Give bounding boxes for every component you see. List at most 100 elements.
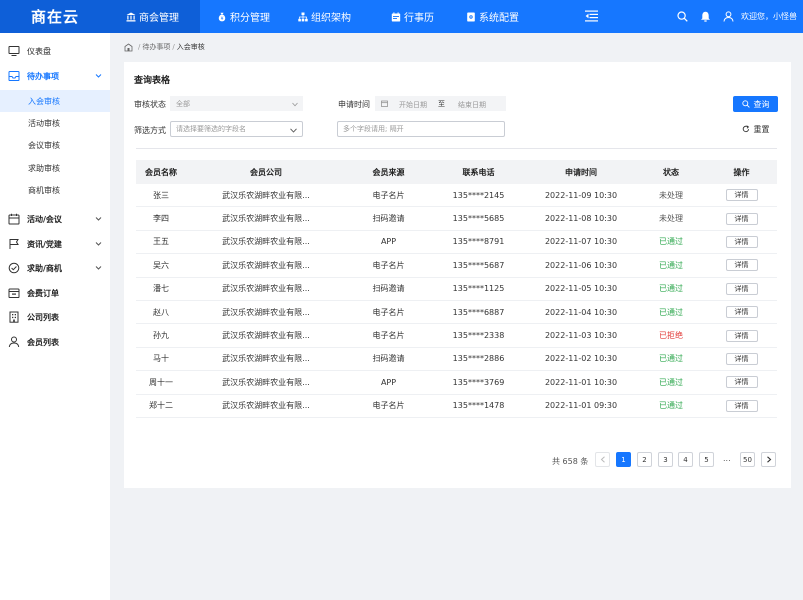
menu-fold-icon[interactable] bbox=[585, 10, 598, 22]
breadcrumb-separator: / bbox=[138, 43, 141, 51]
company-cell: 武汉乐农湖畔农业有限... bbox=[222, 237, 310, 247]
date-range-picker[interactable]: 开始日期 至 结束日期 bbox=[375, 96, 506, 111]
svg-text:¥: ¥ bbox=[221, 16, 224, 22]
column-header[interactable]: 联系电话 bbox=[431, 167, 526, 178]
nav-item-system-config[interactable]: 系统配置 bbox=[465, 0, 555, 33]
nav-label: 行事历 bbox=[404, 13, 434, 24]
sidebar-item-todo[interactable]: 待办事项 bbox=[0, 64, 110, 88]
status-select[interactable]: 全部 bbox=[170, 96, 303, 111]
status-label: 审核状态 bbox=[134, 100, 166, 109]
nav-item-calendar[interactable]: 行事历 bbox=[380, 0, 465, 33]
column-header[interactable]: 会员公司 bbox=[186, 167, 346, 178]
member-name-cell: 赵八 bbox=[153, 307, 169, 317]
bell-icon[interactable] bbox=[700, 11, 711, 22]
action-cell: 详情 bbox=[706, 376, 777, 389]
sidebar-sub-business-review[interactable]: 商机审核 bbox=[0, 179, 110, 201]
nav-label: 组织架构 bbox=[311, 13, 351, 24]
apply-time-cell: 2022-11-06 10:30 bbox=[544, 260, 618, 270]
top-nav: 商会管理 ¥ 积分管理 组织架构 行事历 系统配置 bbox=[110, 0, 555, 33]
detail-button[interactable]: 详情 bbox=[725, 399, 758, 412]
nav-label: 商会管理 bbox=[139, 13, 179, 24]
sidebar-item-fee-orders[interactable]: 会费订单 bbox=[0, 281, 110, 305]
sidebar-sub-meeting-review[interactable]: 会议审核 bbox=[0, 134, 110, 156]
action-cell: 详情 bbox=[706, 329, 777, 342]
search-button-label: 查询 bbox=[753, 99, 770, 109]
detail-button[interactable]: 详情 bbox=[725, 282, 758, 295]
filter-field-placeholder: 请选择要筛选的字段名 bbox=[176, 125, 246, 133]
detail-button[interactable]: 详情 bbox=[725, 189, 758, 202]
app-logo[interactable]: 商在云 bbox=[0, 0, 110, 33]
page-button-last[interactable]: 50 bbox=[740, 452, 755, 467]
status-cell: 已通过 bbox=[659, 284, 683, 294]
building-icon bbox=[8, 311, 20, 323]
sidebar-sub-membership-review[interactable]: 入会审核 bbox=[0, 90, 110, 112]
action-cell: 详情 bbox=[706, 259, 777, 272]
sidebar-item-member-list[interactable]: 会员列表 bbox=[0, 330, 110, 354]
sidebar-sub-help-review[interactable]: 求助审核 bbox=[0, 157, 110, 179]
sidebar-item-help-business[interactable]: 求助/商机 bbox=[0, 256, 110, 280]
search-icon[interactable] bbox=[677, 11, 688, 22]
multi-field-input[interactable]: 多个字段请用; 隔开 bbox=[337, 121, 505, 137]
phone-cell: 135****2338 bbox=[452, 331, 505, 341]
action-cell: 详情 bbox=[706, 189, 777, 202]
member-name-cell: 潘七 bbox=[153, 284, 169, 294]
table-body: 张三 武汉乐农湖畔农业有限... 电子名片 135****2145 2022-11-09… bbox=[136, 184, 777, 418]
apply-time-cell: 2022-11-07 10:30 bbox=[544, 237, 618, 247]
column-header[interactable]: 申请时间 bbox=[526, 167, 636, 178]
source-cell: APP bbox=[380, 377, 397, 387]
sidebar-item-activity-meeting[interactable]: 活动/会议 bbox=[0, 207, 110, 231]
phone-cell: 135****2145 bbox=[452, 190, 505, 200]
dashboard-icon bbox=[8, 45, 20, 57]
nav-item-chamber-management[interactable]: 商会管理 bbox=[110, 0, 200, 33]
reset-button[interactable]: 重置 bbox=[733, 121, 778, 137]
nav-item-org-structure[interactable]: 组织架构 bbox=[290, 0, 380, 33]
sidebar-item-dashboard[interactable]: 仪表盘 bbox=[0, 39, 110, 63]
apply-time-cell: 2022-11-09 10:30 bbox=[544, 190, 618, 200]
end-date-input[interactable]: 结束日期 bbox=[458, 100, 486, 110]
sidebar-item-company-list[interactable]: 公司列表 bbox=[0, 305, 110, 329]
next-page-button[interactable] bbox=[761, 452, 776, 467]
detail-button[interactable]: 详情 bbox=[725, 235, 758, 248]
source-cell: APP bbox=[380, 237, 397, 247]
page-button[interactable]: 3 bbox=[658, 452, 673, 467]
breadcrumb-item[interactable]: 待办事项 bbox=[142, 42, 170, 52]
status-cell: 已通过 bbox=[659, 307, 683, 317]
chevron-down-icon bbox=[95, 240, 102, 247]
sidebar-item-label: 求助/商机 bbox=[27, 263, 62, 273]
detail-button[interactable]: 详情 bbox=[725, 376, 758, 389]
prev-page-button[interactable] bbox=[595, 452, 610, 467]
detail-button[interactable]: 详情 bbox=[725, 306, 758, 319]
home-icon[interactable] bbox=[124, 43, 133, 52]
phone-cell: 135****6887 bbox=[452, 307, 505, 317]
nav-item-points-management[interactable]: ¥ 积分管理 bbox=[200, 0, 290, 33]
sidebar-sub-activity-review[interactable]: 活动审核 bbox=[0, 112, 110, 134]
page-button[interactable]: 4 bbox=[678, 452, 693, 467]
chevron-left-icon bbox=[600, 456, 605, 463]
column-header[interactable]: 会员来源 bbox=[346, 167, 431, 178]
breadcrumb-current: 入会审核 bbox=[176, 43, 205, 51]
detail-button[interactable]: 详情 bbox=[725, 259, 758, 272]
sidebar-item-news-party[interactable]: 资讯/党建 bbox=[0, 232, 110, 256]
column-header[interactable]: 会员名称 bbox=[136, 167, 186, 178]
page-button[interactable]: 2 bbox=[637, 452, 652, 467]
page-button[interactable]: 1 bbox=[616, 452, 631, 467]
start-date-input[interactable]: 开始日期 bbox=[399, 100, 427, 110]
calendar-icon bbox=[381, 100, 388, 109]
table-row: 周十一 武汉乐农湖畔农业有限... APP 135****3769 2022-11-01… bbox=[136, 371, 777, 395]
user-icon bbox=[8, 336, 20, 348]
chevron-up-icon bbox=[95, 72, 102, 79]
search-button[interactable]: 查询 bbox=[733, 96, 778, 112]
detail-button[interactable]: 详情 bbox=[725, 329, 758, 342]
action-cell: 详情 bbox=[706, 399, 777, 412]
action-cell: 详情 bbox=[706, 235, 777, 248]
detail-button[interactable]: 详情 bbox=[725, 352, 758, 365]
column-header[interactable]: 状态 bbox=[636, 167, 706, 178]
user-icon[interactable] bbox=[723, 11, 734, 22]
filter-field-select[interactable]: 请选择要筛选的字段名 bbox=[170, 121, 303, 137]
multi-field-placeholder: 多个字段请用; 隔开 bbox=[343, 125, 404, 133]
detail-button[interactable]: 详情 bbox=[725, 212, 758, 225]
welcome-text[interactable]: 欢迎您，小怪兽 bbox=[741, 11, 797, 22]
column-header[interactable]: 操作 bbox=[706, 167, 777, 178]
page-button[interactable]: 5 bbox=[699, 452, 714, 467]
status-cell: 已通过 bbox=[659, 260, 683, 270]
